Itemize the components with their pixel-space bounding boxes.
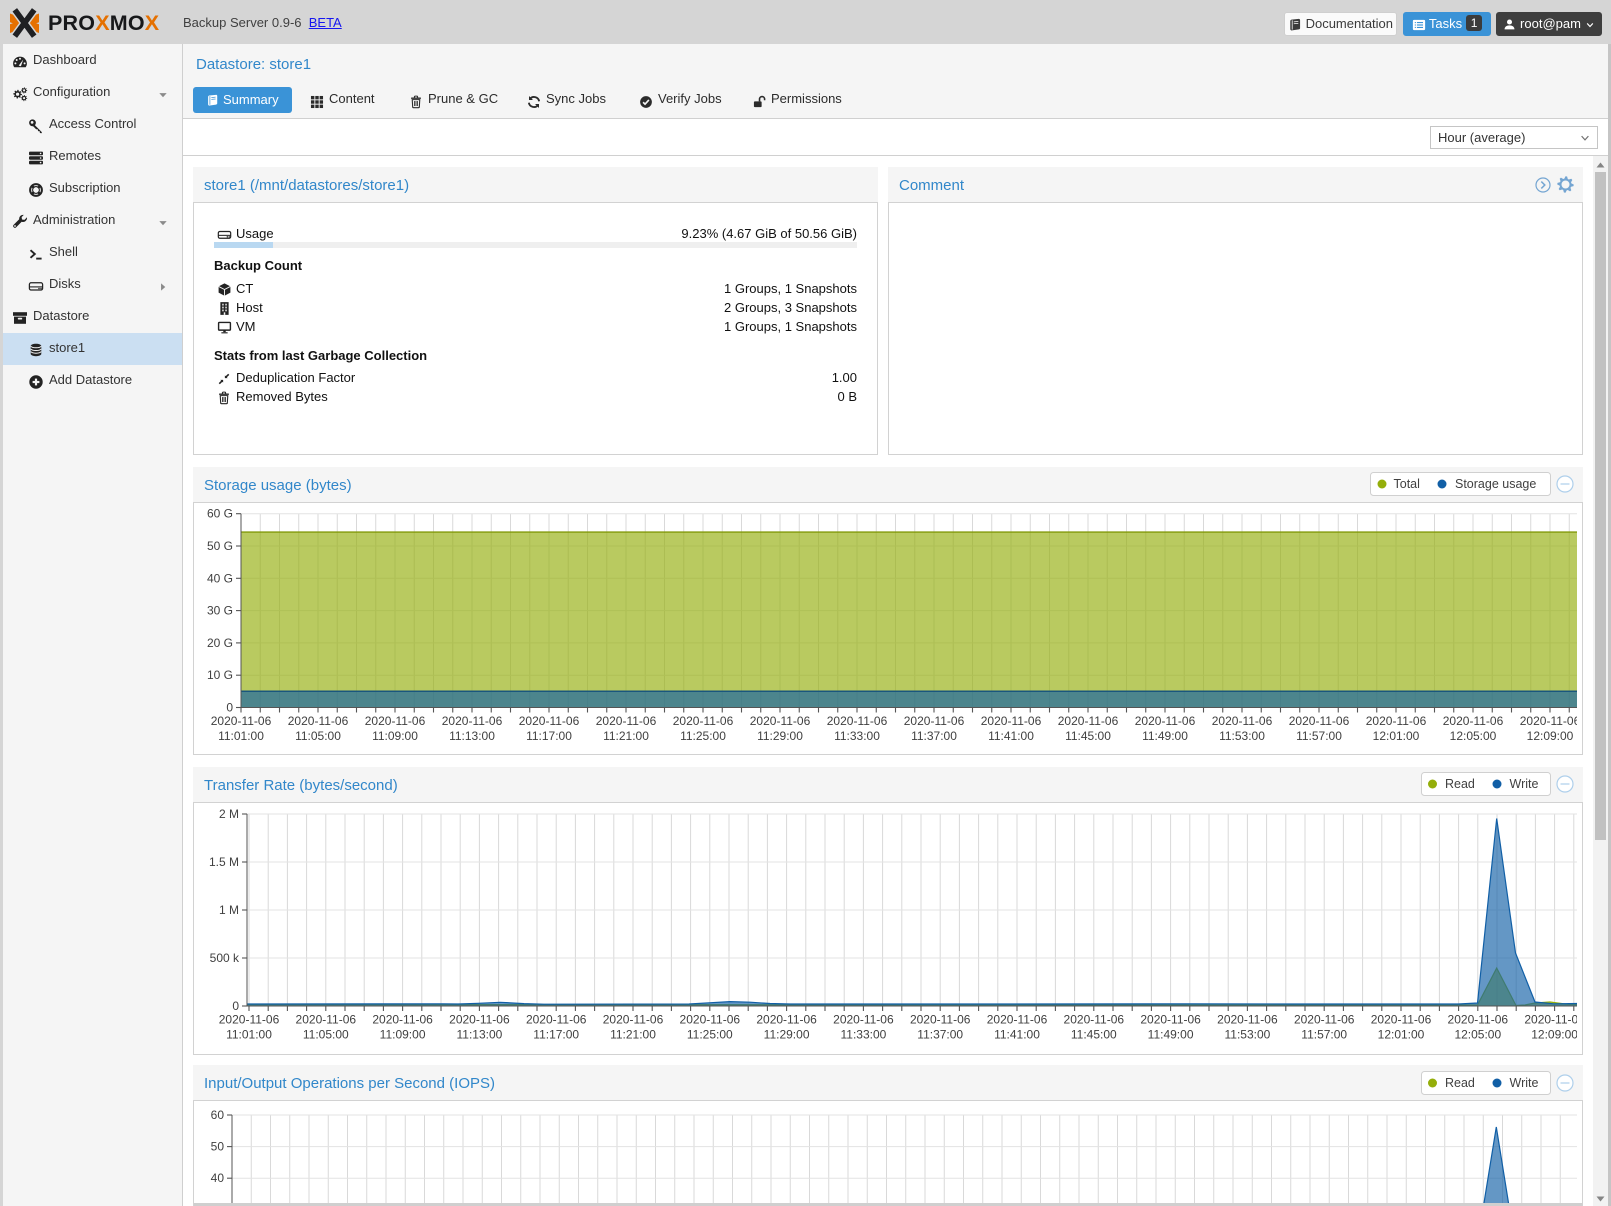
svg-text:1 M: 1 M (219, 903, 239, 917)
svg-text:11:21:00: 11:21:00 (610, 1028, 656, 1042)
svg-text:11:57:00: 11:57:00 (1296, 729, 1342, 743)
svg-text:2020-11-06: 2020-11-06 (680, 1013, 741, 1027)
svg-text:40 G: 40 G (207, 571, 233, 585)
svg-text:11:49:00: 11:49:00 (1148, 1028, 1194, 1042)
svg-text:12:09:00: 12:09:00 (1527, 729, 1574, 743)
svg-text:11:45:00: 11:45:00 (1071, 1028, 1117, 1042)
svg-text:2020-11-06: 2020-11-06 (211, 714, 272, 728)
svg-text:2020-11-06: 2020-11-06 (442, 714, 503, 728)
svg-text:2020-11-06: 2020-11-06 (296, 1013, 357, 1027)
svg-text:2020-11-06: 2020-11-06 (1524, 1013, 1577, 1027)
svg-text:2020-11-06: 2020-11-06 (1366, 714, 1427, 728)
svg-text:2020-11-06: 2020-11-06 (987, 1013, 1048, 1027)
svg-text:11:09:00: 11:09:00 (372, 729, 418, 743)
svg-text:11:01:00: 11:01:00 (218, 729, 264, 743)
svg-text:Write: Write (1510, 777, 1539, 791)
svg-text:2020-11-06: 2020-11-06 (526, 1013, 587, 1027)
svg-text:2 M: 2 M (219, 807, 239, 821)
svg-text:2020-11-06: 2020-11-06 (1520, 714, 1577, 728)
svg-text:11:25:00: 11:25:00 (687, 1028, 733, 1042)
svg-text:2020-11-06: 2020-11-06 (1217, 1013, 1278, 1027)
svg-text:Write: Write (1510, 1076, 1539, 1090)
svg-text:11:05:00: 11:05:00 (303, 1028, 349, 1042)
svg-text:2020-11-06: 2020-11-06 (756, 1013, 817, 1027)
svg-text:2020-11-06: 2020-11-06 (1443, 714, 1504, 728)
svg-text:12:05:00: 12:05:00 (1454, 1028, 1501, 1042)
svg-text:2020-11-06: 2020-11-06 (288, 714, 349, 728)
svg-text:12:09:00: 12:09:00 (1531, 1028, 1577, 1042)
svg-text:2020-11-06: 2020-11-06 (1448, 1013, 1509, 1027)
svg-text:11:45:00: 11:45:00 (1065, 729, 1111, 743)
svg-text:2020-11-06: 2020-11-06 (219, 1013, 280, 1027)
svg-text:11:37:00: 11:37:00 (911, 729, 957, 743)
svg-text:50 G: 50 G (207, 539, 233, 553)
svg-text:2020-11-06: 2020-11-06 (833, 1013, 894, 1027)
svg-text:2020-11-06: 2020-11-06 (449, 1013, 510, 1027)
svg-text:2020-11-06: 2020-11-06 (1212, 714, 1273, 728)
svg-text:2020-11-06: 2020-11-06 (1140, 1013, 1201, 1027)
svg-text:11:13:00: 11:13:00 (449, 729, 495, 743)
svg-text:2020-11-06: 2020-11-06 (1058, 714, 1119, 728)
svg-text:11:05:00: 11:05:00 (295, 729, 341, 743)
svg-text:11:17:00: 11:17:00 (533, 1028, 579, 1042)
svg-text:11:09:00: 11:09:00 (380, 1028, 426, 1042)
svg-text:11:41:00: 11:41:00 (994, 1028, 1040, 1042)
svg-text:500 k: 500 k (210, 951, 240, 965)
svg-text:2020-11-06: 2020-11-06 (1064, 1013, 1125, 1027)
svg-text:2020-11-06: 2020-11-06 (1289, 714, 1350, 728)
svg-text:2020-11-06: 2020-11-06 (910, 1013, 971, 1027)
svg-text:60: 60 (211, 1108, 225, 1122)
svg-text:12:01:00: 12:01:00 (1378, 1028, 1425, 1042)
svg-text:2020-11-06: 2020-11-06 (750, 714, 811, 728)
svg-text:11:33:00: 11:33:00 (840, 1028, 886, 1042)
svg-text:11:49:00: 11:49:00 (1142, 729, 1188, 743)
svg-text:60 G: 60 G (207, 507, 233, 521)
svg-text:Storage usage: Storage usage (1455, 477, 1536, 491)
svg-text:20 G: 20 G (207, 636, 233, 650)
svg-text:2020-11-06: 2020-11-06 (372, 1013, 433, 1027)
svg-text:Read: Read (1445, 777, 1475, 791)
svg-text:30 G: 30 G (207, 604, 233, 618)
svg-text:2020-11-06: 2020-11-06 (603, 1013, 664, 1027)
svg-text:11:53:00: 11:53:00 (1219, 729, 1265, 743)
svg-text:2020-11-06: 2020-11-06 (519, 714, 580, 728)
svg-text:11:41:00: 11:41:00 (988, 729, 1034, 743)
svg-text:2020-11-06: 2020-11-06 (981, 714, 1042, 728)
svg-text:11:17:00: 11:17:00 (526, 729, 572, 743)
svg-text:11:29:00: 11:29:00 (764, 1028, 810, 1042)
svg-text:Read: Read (1445, 1076, 1475, 1090)
svg-text:2020-11-06: 2020-11-06 (827, 714, 888, 728)
svg-text:11:33:00: 11:33:00 (834, 729, 880, 743)
svg-text:0: 0 (232, 999, 239, 1013)
svg-text:0: 0 (226, 701, 233, 715)
svg-text:2020-11-06: 2020-11-06 (596, 714, 657, 728)
svg-text:11:53:00: 11:53:00 (1224, 1028, 1270, 1042)
svg-text:11:01:00: 11:01:00 (226, 1028, 272, 1042)
svg-text:2020-11-06: 2020-11-06 (1371, 1013, 1432, 1027)
svg-text:11:57:00: 11:57:00 (1301, 1028, 1347, 1042)
svg-text:2020-11-06: 2020-11-06 (1294, 1013, 1355, 1027)
svg-text:2020-11-06: 2020-11-06 (1135, 714, 1196, 728)
svg-text:11:29:00: 11:29:00 (757, 729, 803, 743)
svg-text:40: 40 (211, 1171, 225, 1185)
svg-text:12:01:00: 12:01:00 (1373, 729, 1420, 743)
svg-text:2020-11-06: 2020-11-06 (365, 714, 426, 728)
svg-text:1.5 M: 1.5 M (209, 855, 239, 869)
svg-text:10 G: 10 G (207, 668, 233, 682)
svg-text:11:25:00: 11:25:00 (680, 729, 726, 743)
svg-text:2020-11-06: 2020-11-06 (904, 714, 965, 728)
svg-text:12:05:00: 12:05:00 (1450, 729, 1497, 743)
svg-text:2020-11-06: 2020-11-06 (673, 714, 734, 728)
svg-text:11:21:00: 11:21:00 (603, 729, 649, 743)
svg-text:Total: Total (1394, 477, 1420, 491)
svg-text:11:37:00: 11:37:00 (917, 1028, 963, 1042)
svg-text:50: 50 (211, 1140, 225, 1154)
svg-text:11:13:00: 11:13:00 (456, 1028, 502, 1042)
